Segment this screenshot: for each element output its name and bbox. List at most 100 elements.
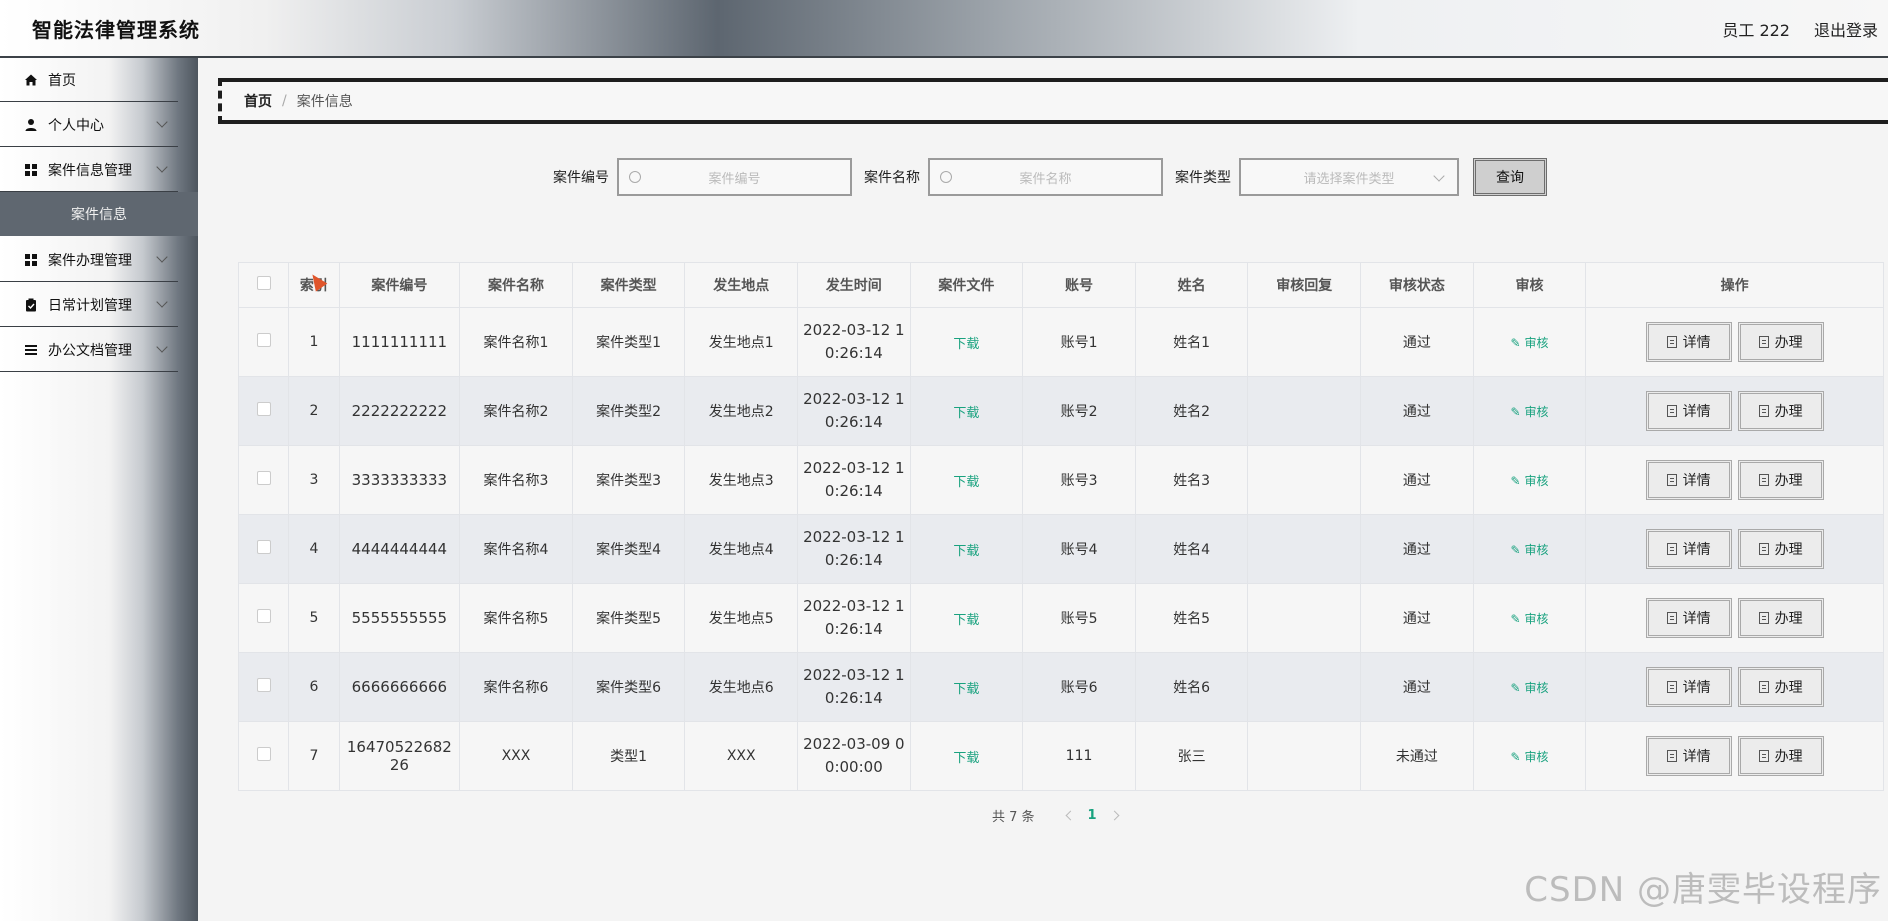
- detail-button[interactable]: 详情: [1645, 598, 1732, 638]
- download-link[interactable]: 下载: [953, 406, 979, 421]
- column-header: 账号: [1022, 262, 1136, 308]
- sidebar-item-case-info-management[interactable]: 案件信息管理: [0, 148, 178, 192]
- sidebar-item-office-docs-management[interactable]: 办公文档管理: [0, 328, 178, 372]
- sidebar-item-home[interactable]: 首页: [0, 58, 178, 102]
- pagination-total: 共 7 条: [992, 810, 1035, 825]
- detail-label: 详情: [1682, 749, 1711, 765]
- page-number[interactable]: 1: [1088, 808, 1097, 823]
- detail-label: 详情: [1682, 542, 1711, 558]
- cell-file: 下载: [909, 514, 1024, 584]
- download-link[interactable]: 下载: [953, 544, 979, 559]
- handle-button[interactable]: 办理: [1737, 391, 1824, 431]
- sidebar-item-personal-center[interactable]: 个人中心: [0, 103, 178, 147]
- audit-link[interactable]: ✎ 审核: [1510, 474, 1548, 488]
- handle-label: 办理: [1774, 680, 1803, 696]
- row-select-cell[interactable]: [237, 583, 290, 653]
- cell-time: 2022-03-09 0 0:00:00: [797, 721, 911, 791]
- chevron-down-icon: [1433, 170, 1445, 182]
- detail-button[interactable]: 详情: [1645, 460, 1732, 500]
- cell-status: 通过: [1360, 514, 1474, 584]
- cell-person: 张三: [1134, 721, 1249, 791]
- pagination: 共 7 条 1: [992, 806, 1132, 825]
- audit-link[interactable]: ✎ 审核: [1510, 750, 1548, 764]
- download-link[interactable]: 下载: [953, 613, 979, 628]
- time-line-1: 2022-03-12 1: [803, 321, 905, 339]
- time-line-2: 0:26:14: [824, 620, 883, 638]
- detail-button[interactable]: 详情: [1645, 736, 1732, 776]
- sidebar-item-daily-plan-management[interactable]: 日常计划管理: [0, 283, 178, 327]
- handle-button[interactable]: 办理: [1737, 598, 1824, 638]
- row-checkbox[interactable]: [256, 333, 271, 347]
- column-header: 案件编号: [338, 262, 461, 308]
- cell-place: 发生地点2: [684, 376, 799, 446]
- case-no-input[interactable]: 案件编号: [617, 158, 852, 196]
- detail-button[interactable]: 详情: [1645, 529, 1732, 569]
- cell-person: 姓名5: [1134, 583, 1249, 653]
- edit-icon: ✎: [1510, 542, 1521, 557]
- handle-button[interactable]: 办理: [1737, 322, 1824, 362]
- download-link[interactable]: 下载: [953, 475, 979, 490]
- row-checkbox[interactable]: [256, 678, 271, 692]
- audit-link[interactable]: ✎ 审核: [1510, 405, 1548, 419]
- table-row: 1 1111111111 案件名称1 案件类型1 发生地点1 2022-03-12 1 0:…: [237, 307, 1884, 377]
- time-line-2: 0:26:14: [824, 413, 883, 431]
- download-link[interactable]: 下载: [953, 682, 979, 697]
- sidebar-item-label: 案件信息管理: [48, 162, 132, 179]
- handle-button[interactable]: 办理: [1737, 736, 1824, 776]
- audit-link[interactable]: ✎ 审核: [1510, 336, 1548, 350]
- row-checkbox[interactable]: [256, 402, 271, 416]
- cell-account: 账号1: [1022, 307, 1136, 377]
- row-select-cell[interactable]: [237, 514, 290, 584]
- logout-link[interactable]: 退出登录: [1814, 17, 1878, 41]
- handle-button[interactable]: 办理: [1737, 460, 1824, 500]
- download-link[interactable]: 下载: [953, 751, 979, 766]
- row-select-cell[interactable]: [237, 652, 290, 722]
- sidebar-subitem-case-info[interactable]: 案件信息: [0, 192, 198, 236]
- case-name-label: 案件名称: [864, 170, 920, 186]
- cell-index: 6: [288, 652, 340, 722]
- row-select-cell[interactable]: [237, 721, 290, 791]
- cell-case-name: 案件名称3: [459, 445, 573, 515]
- clipboard-icon: [24, 298, 38, 312]
- cell-time: 2022-03-12 1 0:26:14: [797, 514, 911, 584]
- download-link[interactable]: 下载: [953, 337, 979, 352]
- audit-label: 审核: [1524, 542, 1549, 557]
- audit-link[interactable]: ✎ 审核: [1510, 612, 1548, 626]
- audit-label: 审核: [1524, 404, 1549, 419]
- handle-label: 办理: [1774, 473, 1803, 489]
- detail-button[interactable]: 详情: [1645, 322, 1732, 362]
- edit-icon: ✎: [1510, 680, 1521, 695]
- edit-icon: ✎: [1510, 335, 1521, 350]
- case-table: 索引 案件编号 案件名称 案件类型 发生地点 发生时间 案件文件 账号 姓名 审…: [237, 262, 1884, 791]
- row-select-cell[interactable]: [237, 307, 290, 377]
- detail-button[interactable]: 详情: [1645, 667, 1732, 707]
- sidebar-item-case-handling-management[interactable]: 案件办理管理: [0, 238, 178, 282]
- handle-button[interactable]: 办理: [1737, 667, 1824, 707]
- row-checkbox[interactable]: [256, 609, 271, 623]
- row-checkbox[interactable]: [256, 747, 271, 761]
- table-row: 7 16470522682 26 XXX 类型1 XXX 2022-03-09 0 0:00…: [237, 721, 1884, 791]
- row-checkbox[interactable]: [256, 540, 271, 554]
- case-name-input[interactable]: 案件名称: [928, 158, 1163, 196]
- detail-label: 详情: [1682, 473, 1711, 489]
- cell-case-name: 案件名称2: [459, 376, 573, 446]
- breadcrumb-home[interactable]: 首页: [244, 91, 272, 111]
- select-all-checkbox[interactable]: [256, 276, 271, 290]
- handle-button[interactable]: 办理: [1737, 529, 1824, 569]
- chevron-left-icon[interactable]: [1065, 810, 1075, 821]
- handle-label: 办理: [1774, 611, 1803, 627]
- row-select-cell[interactable]: [237, 376, 290, 446]
- chevron-down-icon: [156, 296, 168, 308]
- audit-link[interactable]: ✎ 审核: [1510, 681, 1548, 695]
- select-all-cell[interactable]: [237, 262, 290, 308]
- query-button[interactable]: 查询: [1473, 158, 1547, 196]
- case-type-select[interactable]: 请选择案件类型: [1239, 158, 1459, 196]
- document-icon: [1666, 750, 1677, 762]
- row-checkbox[interactable]: [256, 471, 271, 485]
- audit-link[interactable]: ✎ 审核: [1510, 543, 1548, 557]
- row-select-cell[interactable]: [237, 445, 290, 515]
- chevron-right-icon[interactable]: [1109, 810, 1120, 821]
- detail-button[interactable]: 详情: [1645, 391, 1732, 431]
- cell-index: 5: [288, 583, 340, 653]
- time-line-1: 2022-03-12 1: [803, 528, 905, 546]
